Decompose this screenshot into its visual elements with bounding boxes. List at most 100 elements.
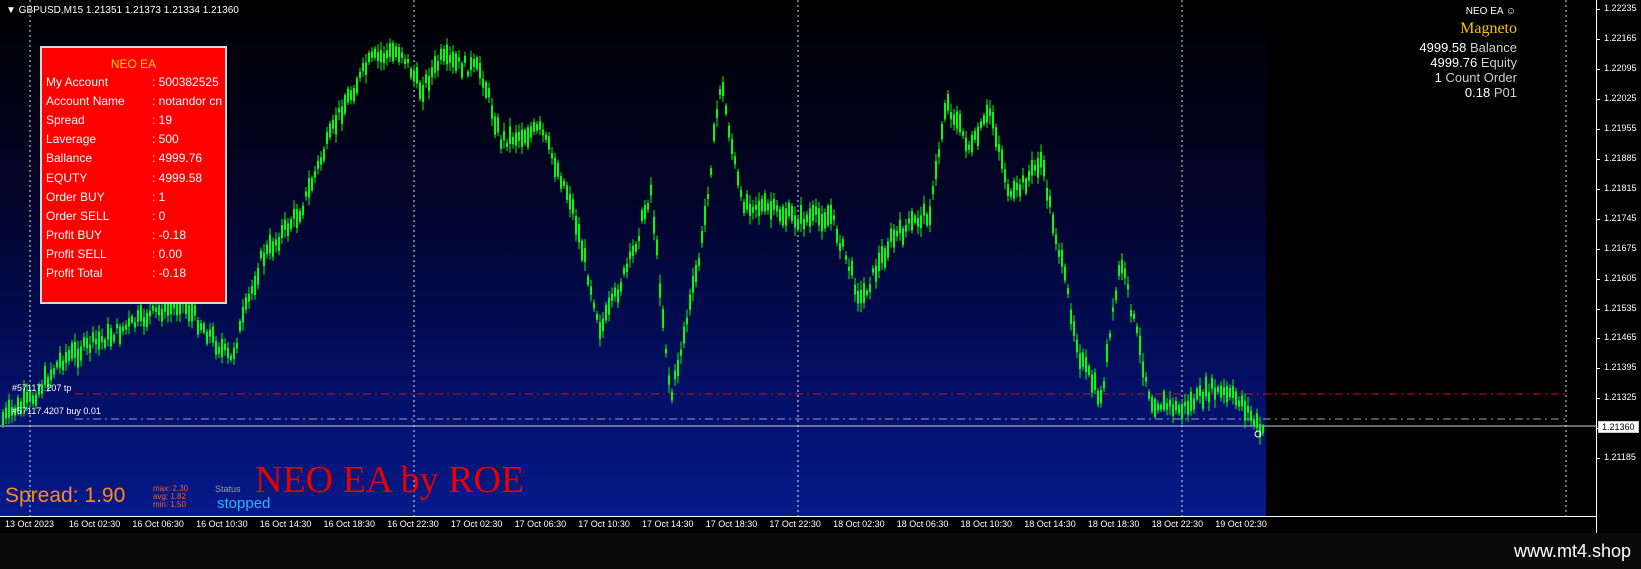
candle-body bbox=[347, 88, 349, 103]
candle-body bbox=[629, 251, 631, 260]
candle-body bbox=[191, 303, 193, 322]
candle-body bbox=[380, 49, 382, 63]
candle-body bbox=[626, 263, 628, 273]
candle-body bbox=[1160, 404, 1162, 410]
price-tick-label: 1.21535 bbox=[1596, 302, 1637, 313]
price-tick-label: 1.21885 bbox=[1596, 152, 1637, 163]
candle-body bbox=[962, 131, 964, 136]
candle-body bbox=[1154, 399, 1156, 417]
candle-body bbox=[560, 176, 562, 189]
candle-body bbox=[317, 160, 319, 169]
candle-body bbox=[440, 48, 442, 60]
candle-body bbox=[311, 177, 313, 191]
neo-row-value: 0 bbox=[152, 209, 166, 223]
candle-body bbox=[305, 191, 307, 197]
candle-body bbox=[623, 268, 625, 275]
candle-body bbox=[863, 283, 865, 303]
candle-body bbox=[743, 201, 745, 213]
price-tick-label: 1.22095 bbox=[1596, 62, 1637, 73]
neo-row-label: My Account bbox=[46, 75, 109, 89]
candle-body bbox=[416, 66, 418, 84]
candle-body bbox=[1253, 419, 1255, 425]
candle-body bbox=[818, 208, 820, 226]
candle-body bbox=[209, 329, 211, 337]
candle-body bbox=[1109, 333, 1111, 338]
candle-body bbox=[608, 297, 610, 315]
chart-window[interactable]: ▼ GBPUSD,M15 1.21351 1.21373 1.21334 1.2… bbox=[0, 0, 1641, 533]
candle-body bbox=[659, 283, 661, 298]
candle-body bbox=[65, 351, 67, 363]
candle-body bbox=[464, 55, 466, 63]
candle-body bbox=[476, 57, 478, 70]
candle-body bbox=[1079, 353, 1081, 369]
candle-body bbox=[110, 328, 112, 347]
candle-body bbox=[509, 126, 511, 144]
symbol-header[interactable]: ▼ GBPUSD,M15 1.21351 1.21373 1.21334 1.2… bbox=[6, 5, 239, 16]
neo-row-label: Laverage bbox=[46, 132, 97, 147]
candle-body bbox=[515, 132, 517, 146]
candle-body bbox=[272, 241, 274, 257]
candle-body bbox=[920, 215, 922, 229]
candle-body bbox=[1256, 413, 1258, 428]
candle-body bbox=[353, 87, 355, 102]
candle-body bbox=[1073, 321, 1075, 336]
candle-body bbox=[632, 245, 634, 257]
neo-row-label: Account Name bbox=[46, 94, 125, 109]
neo-row-label: Profit SELL bbox=[46, 246, 107, 261]
candle-body bbox=[1151, 396, 1153, 412]
candle-body bbox=[665, 348, 667, 354]
candle-body bbox=[1118, 265, 1120, 276]
candle-body bbox=[680, 349, 682, 356]
candle-body bbox=[89, 344, 91, 353]
candle-body bbox=[224, 343, 226, 351]
candle-body bbox=[155, 307, 157, 312]
candle-body bbox=[845, 255, 847, 260]
candle-body bbox=[248, 293, 250, 302]
time-tick-label: 18 Oct 10:30 bbox=[960, 519, 1013, 529]
candle-body bbox=[1205, 376, 1207, 397]
candle-body bbox=[80, 346, 82, 361]
candle-body bbox=[656, 239, 658, 256]
candle-body bbox=[1013, 180, 1015, 199]
candle-body bbox=[1214, 387, 1216, 400]
candle-body bbox=[842, 239, 844, 247]
candle-body bbox=[491, 105, 493, 119]
chart-plot-area[interactable]: ▼ GBPUSD,M15 1.21351 1.21373 1.21334 1.2… bbox=[0, 0, 1596, 516]
time-tick-label: 18 Oct 06:30 bbox=[896, 519, 949, 529]
order-tp-label[interactable]: #57117 .207 tp bbox=[12, 383, 71, 393]
time-axis[interactable]: 13 Oct 2023 16 Oct 02:30 16 Oct 06:30 16 Oc… bbox=[0, 516, 1596, 534]
time-tick-label: 16 Oct 14:30 bbox=[259, 519, 312, 529]
candle-body bbox=[620, 282, 622, 292]
candle-body bbox=[1148, 391, 1150, 399]
candle-body bbox=[704, 206, 706, 226]
candle-body bbox=[1046, 187, 1048, 201]
candle-body bbox=[830, 205, 832, 224]
watermark: www.mt4.shop bbox=[1513, 541, 1631, 561]
candle-body bbox=[212, 326, 214, 343]
candle-body bbox=[566, 185, 568, 200]
candle-body bbox=[74, 341, 76, 358]
candle-body bbox=[1166, 403, 1168, 410]
candle-body bbox=[1016, 182, 1018, 191]
candle-body bbox=[827, 205, 829, 226]
candle-body bbox=[1238, 400, 1240, 407]
neo-row-label: Order SELL bbox=[46, 208, 110, 223]
candle-body bbox=[1019, 184, 1021, 197]
time-tick-label: 16 Oct 22:30 bbox=[387, 519, 439, 529]
price-axis[interactable]: 1.22235 1.22165 1.22095 1.22025 1.21955 1.218… bbox=[1596, 0, 1641, 533]
candle-body bbox=[266, 244, 268, 255]
candle-body bbox=[992, 112, 994, 129]
candle-body bbox=[1157, 403, 1159, 411]
candle-body bbox=[725, 105, 727, 115]
price-tick-label: 1.22025 bbox=[1596, 92, 1637, 103]
candle-body bbox=[1187, 400, 1189, 415]
candle-body bbox=[782, 206, 784, 226]
candle-body bbox=[455, 53, 457, 72]
candle-body bbox=[68, 349, 70, 361]
candle-body bbox=[806, 214, 808, 223]
order-buy-label[interactable]: #57117.4207 buy 0.01 bbox=[12, 406, 101, 416]
candle-body bbox=[1244, 400, 1246, 421]
candle-body bbox=[1052, 214, 1054, 234]
neo-ea-panel: NEO EA My Account 500382525 Account Name no… bbox=[40, 46, 227, 304]
candle-body bbox=[695, 265, 697, 283]
